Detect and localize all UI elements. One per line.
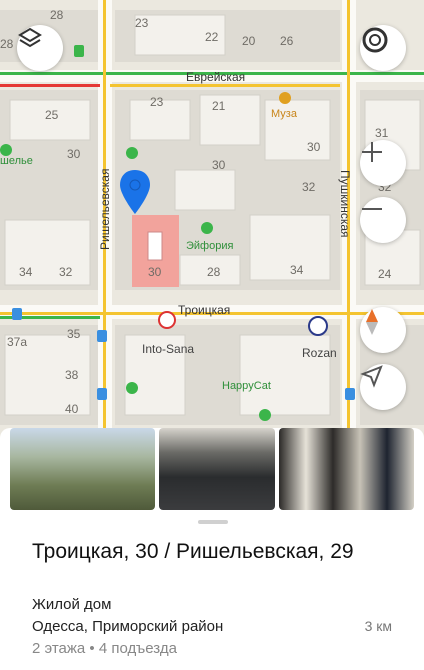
street-evreyskaya: Еврейская xyxy=(186,70,246,84)
compass-button[interactable] xyxy=(360,25,406,71)
house-number: 23 xyxy=(135,16,149,30)
house-number: 30 xyxy=(67,147,81,161)
layers-button[interactable] xyxy=(17,25,63,71)
layers-icon xyxy=(18,27,42,48)
my-location-button[interactable] xyxy=(360,364,406,410)
photo-3[interactable] xyxy=(279,428,414,510)
zoom-in-button[interactable] xyxy=(360,140,406,186)
house-number: 30 xyxy=(307,140,321,154)
poi-happycat[interactable]: HappyCat xyxy=(222,380,271,392)
house-number: 24 xyxy=(378,267,392,281)
house-number: 26 xyxy=(280,34,294,48)
house-number: 28 xyxy=(0,37,14,51)
street-pushkinskaya: Пушкинская xyxy=(338,170,352,238)
compass-icon xyxy=(362,27,388,53)
poi-muza[interactable]: Муза xyxy=(271,108,297,120)
photo-strip[interactable] xyxy=(10,428,414,510)
photo-1[interactable] xyxy=(10,428,155,510)
photo-2[interactable] xyxy=(158,428,276,510)
north-arrow-icon xyxy=(366,309,378,335)
place-title: Троицкая, 30 / Ришельевская, 29 xyxy=(32,540,354,563)
north-button[interactable] xyxy=(360,307,406,353)
house-number: 22 xyxy=(205,30,219,44)
house-number: 35 xyxy=(67,327,81,341)
poi-euphoria[interactable]: Эйфория xyxy=(186,240,233,252)
house-number: 21 xyxy=(212,99,226,113)
house-number: 20 xyxy=(242,34,256,48)
house-number: 30 xyxy=(212,158,226,172)
house-number: 31 xyxy=(375,126,389,140)
house-number: 30 xyxy=(148,265,162,279)
street-troitskaya: Троицкая xyxy=(178,303,231,317)
location-pin-icon xyxy=(120,170,150,214)
zoom-in-icon xyxy=(362,142,382,162)
house-number: 40 xyxy=(65,402,79,416)
poi-into-sana[interactable]: Into-Sana xyxy=(142,342,194,356)
house-number: 38 xyxy=(65,368,79,382)
house-number: 37а xyxy=(7,335,28,349)
house-number: 25 xyxy=(45,108,59,122)
poi-rozan[interactable]: Rozan xyxy=(302,346,337,360)
my-location-icon xyxy=(360,365,383,388)
house-number: 28 xyxy=(207,265,221,279)
house-number: 32 xyxy=(302,180,316,194)
place-card[interactable]: Троицкая, 30 / Ришельевская, 29 Жилой до… xyxy=(0,428,424,670)
place-meta: 2 этажа • 4 подъезда xyxy=(32,640,177,657)
street-rishelyevskaya: Ришельевская xyxy=(98,168,112,250)
drag-handle[interactable] xyxy=(198,520,228,524)
place-type: Жилой дом xyxy=(32,596,112,613)
house-number: 32 xyxy=(59,265,73,279)
house-number: 28 xyxy=(50,8,64,22)
house-number: 34 xyxy=(19,265,33,279)
zoom-out-button[interactable] xyxy=(360,197,406,243)
house-number: 23 xyxy=(150,95,164,109)
place-address: Одесса, Приморский район xyxy=(32,618,224,635)
zoom-out-icon xyxy=(362,208,382,210)
place-distance: 3 км xyxy=(364,618,392,634)
house-number: 34 xyxy=(290,263,304,277)
poi-shelye[interactable]: шельe xyxy=(0,155,33,167)
